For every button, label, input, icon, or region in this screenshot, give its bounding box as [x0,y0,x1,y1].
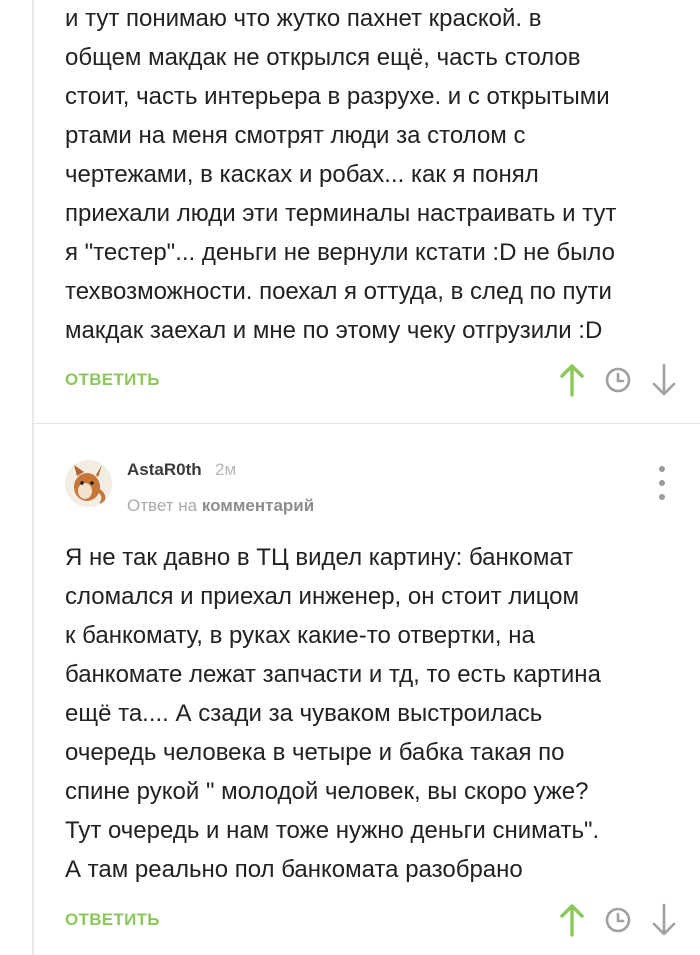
downvote-arrow-icon[interactable] [650,362,678,398]
comment-line: приехали люди эти терминалы настраивать … [65,200,617,227]
comment-1-text: и тут понимаю что жутко пахнет краской. … [65,0,680,350]
reply-to-link[interactable]: Ответ на комментарий [127,496,314,516]
reply-button[interactable]: ОТВЕТИТЬ [65,910,160,930]
reply-button[interactable]: ОТВЕТИТЬ [65,370,160,390]
comment-line: общем макдак не открылся ещё, часть стол… [65,44,581,71]
comment-1-action-icons [558,360,678,400]
comment-line: ртами на меня смотрят люди за столом с [65,122,526,149]
upvote-arrow-icon[interactable] [558,902,586,938]
comment-1-actions: ОТВЕТИТЬ [65,360,700,400]
comment-line: к банкомату, в руках какие-то отвертки, … [65,622,535,649]
comment-line: техвозможности. поехал я оттуда, в след … [65,278,612,305]
comment-line: банкомате лежат запчасти и тд, то есть к… [65,661,601,688]
comment-line: спине рукой " молодой человек, вы скоро … [65,778,589,805]
thread-line [32,0,34,955]
comment-line: очередь человека в четыре и бабка такая … [65,739,565,766]
comment-divider [32,423,700,424]
comment-line: стоит, часть интерьера в разрухе. и с от… [65,83,610,110]
comment-line: ещё та.... А сзади за чуваком выстроилас… [65,700,543,727]
comment-line: Тут очередь и нам тоже нужно деньги сним… [65,817,600,844]
avatar[interactable] [65,460,112,507]
comment-line: чертежами, в касках и робах... как я пон… [65,161,539,188]
clock-icon[interactable] [604,362,632,398]
comment-time: 2м [215,460,237,479]
comment-2-action-icons [558,900,678,940]
upvote-arrow-icon[interactable] [558,362,586,398]
comment-line: А там реально пол банкомата разобрано [65,856,523,883]
clock-icon[interactable] [604,902,632,938]
comment-line: Я не так давно в ТЦ видел картину: банко… [65,544,574,571]
reply-to-prefix: Ответ на [127,496,198,515]
comment-2-text: Я не так давно в ТЦ видел картину: банко… [65,538,680,889]
reply-to-target: комментарий [201,496,315,515]
comment-2-actions: ОТВЕТИТЬ [65,900,700,940]
more-vertical-icon[interactable] [654,466,670,500]
downvote-arrow-icon[interactable] [650,902,678,938]
comment-line: и тут понимаю что жутко пахнет краской. … [65,5,542,32]
comment-author[interactable]: AstaR0th [127,460,202,480]
comment-line: макдак заехал и мне по этому чеку отгруз… [65,317,603,344]
comment-line: я "тестер"... деньги не вернули кстати :… [65,239,615,266]
comment-2-header: AstaR0th 2м Ответ на комментарий [65,460,680,520]
comment-line: сломался и приехал инженер, он стоит лиц… [65,583,580,610]
